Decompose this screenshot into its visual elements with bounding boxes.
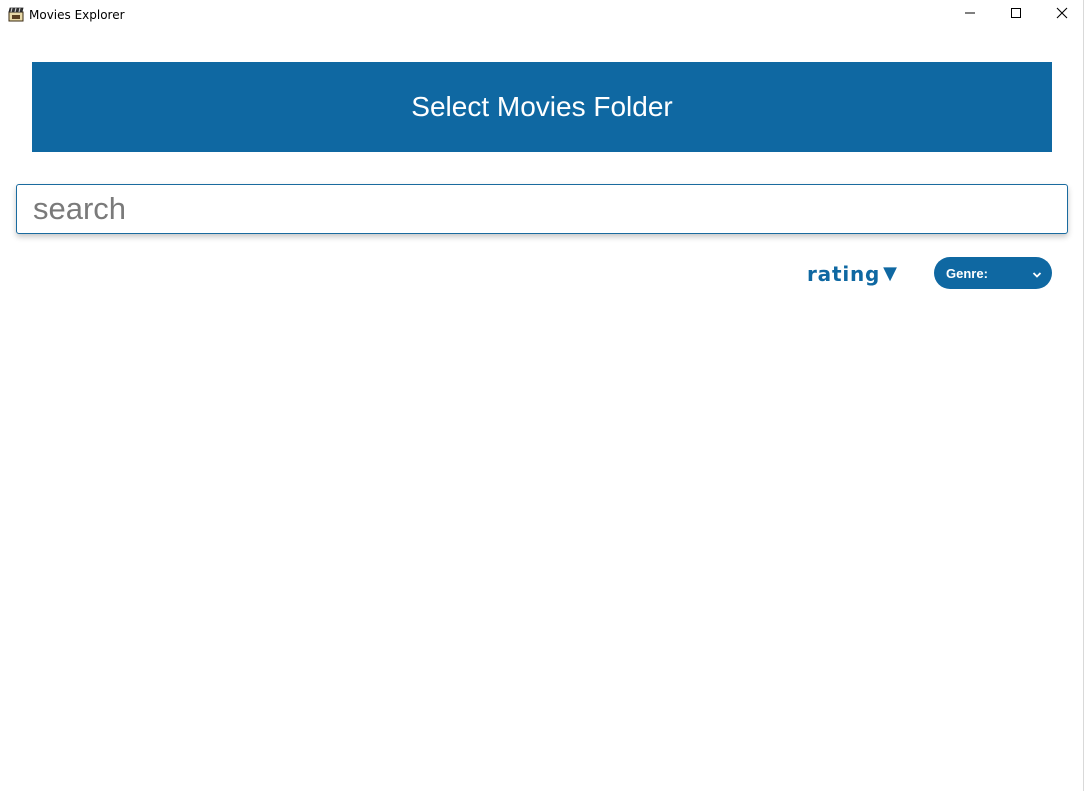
minimize-icon [964, 6, 976, 24]
genre-select[interactable]: Genre: [934, 257, 1052, 289]
select-movies-folder-button[interactable]: Select Movies Folder [32, 62, 1052, 152]
search-input[interactable] [16, 184, 1068, 234]
sort-direction-arrow-icon: ▼ [883, 263, 898, 284]
title-bar[interactable]: Movies Explorer [1, 0, 1084, 30]
chevron-down-icon [1032, 268, 1042, 278]
sort-label: rating [807, 262, 881, 286]
maximize-button[interactable] [993, 0, 1039, 30]
app-window: Movies Explorer Select Movies Folder rat… [0, 0, 1084, 791]
sort-by-rating-button[interactable]: rating ▼ [807, 260, 898, 288]
clapperboard-icon [8, 7, 24, 22]
close-button[interactable] [1039, 0, 1084, 30]
close-icon [1056, 6, 1068, 24]
window-title: Movies Explorer [29, 8, 125, 22]
minimize-button[interactable] [947, 0, 993, 30]
maximize-icon [1010, 6, 1022, 24]
genre-select-label: Genre: [946, 265, 988, 281]
